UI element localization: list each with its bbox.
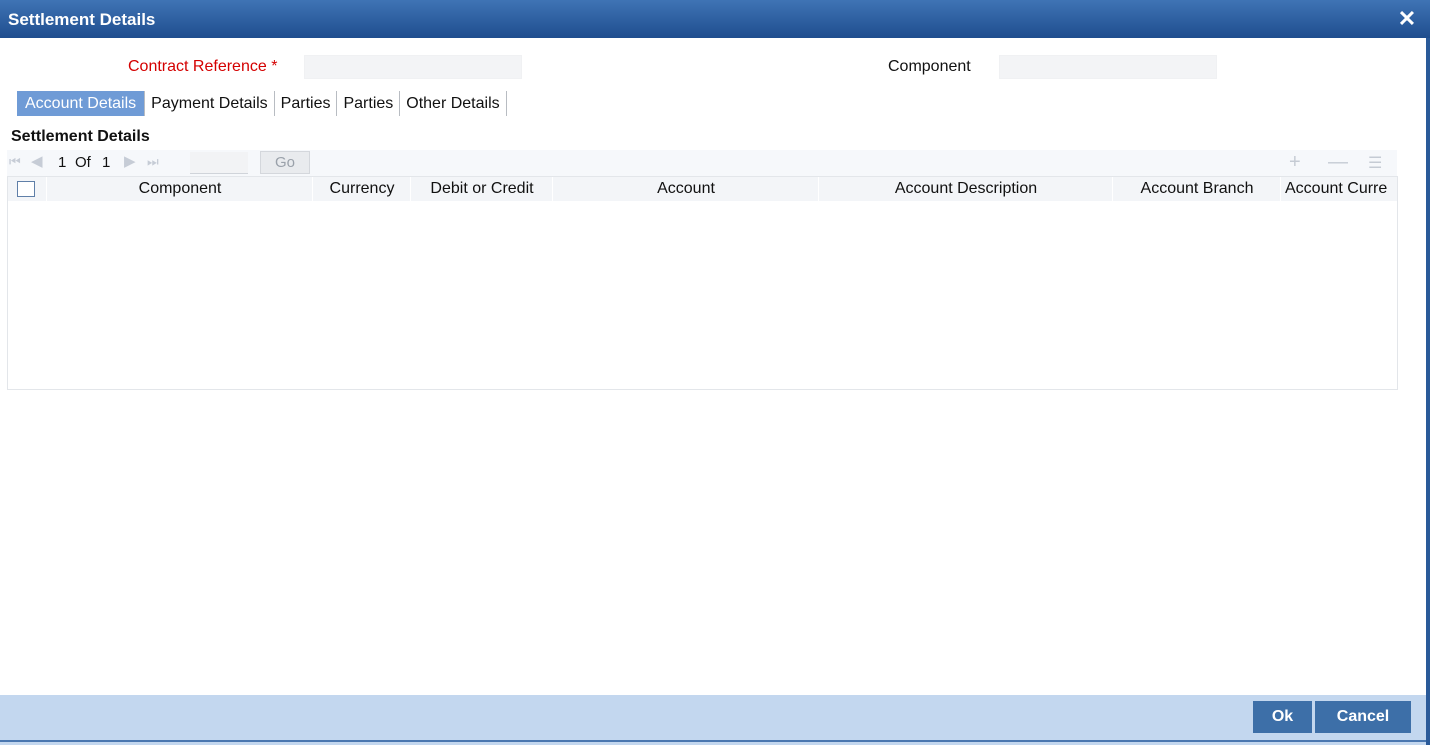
settlement-grid: Component Currency Debit or Credit Accou…: [7, 176, 1398, 390]
contract-reference-input[interactable]: [304, 55, 522, 79]
window-right-edge: [1426, 38, 1430, 745]
contract-reference-label-text: Contract Reference: [128, 58, 267, 75]
column-header-debit-or-credit[interactable]: Debit or Credit: [410, 177, 553, 201]
component-input[interactable]: [999, 55, 1217, 79]
tab-other-details[interactable]: Other Details: [400, 91, 507, 116]
tab-parties-2[interactable]: Parties: [337, 91, 401, 116]
column-header-account-branch[interactable]: Account Branch: [1112, 177, 1281, 201]
grid-header-row: Component Currency Debit or Credit Accou…: [8, 177, 1397, 201]
close-icon[interactable]: ✕: [1396, 8, 1418, 30]
column-list-icon[interactable]: ☰: [1368, 153, 1382, 173]
total-pages: 1: [102, 154, 111, 171]
tab-payment-details[interactable]: Payment Details: [145, 91, 275, 116]
grid-pager: ⏮ ◀ 1 Of 1 ▶ ⏭ Go + — ☰: [7, 150, 1397, 176]
column-header-currency[interactable]: Currency: [312, 177, 411, 201]
dialog-title: Settlement Details: [8, 10, 156, 29]
page-number-input[interactable]: [190, 152, 248, 174]
required-mark: *: [271, 58, 278, 75]
contract-reference-label: Contract Reference *: [128, 58, 277, 76]
cancel-button[interactable]: Cancel: [1315, 701, 1411, 733]
section-title: Settlement Details: [11, 128, 150, 145]
tab-bar: Account Details Payment Details Parties …: [17, 91, 507, 116]
component-label: Component: [888, 58, 971, 75]
column-header-account-description[interactable]: Account Description: [818, 177, 1113, 201]
dialog-footer: [0, 695, 1426, 745]
footer-divider: [0, 740, 1426, 742]
next-page-icon[interactable]: ▶: [124, 152, 136, 170]
current-page: 1: [58, 154, 67, 171]
column-header-account[interactable]: Account: [552, 177, 819, 201]
first-page-icon[interactable]: ⏮: [9, 154, 21, 170]
page-of-label: Of: [75, 154, 91, 171]
previous-page-icon[interactable]: ◀: [31, 152, 43, 170]
column-header-account-currency[interactable]: Account Curre: [1280, 177, 1397, 201]
select-all-checkbox[interactable]: [17, 181, 35, 197]
dialog-title-bar: Settlement Details ✕: [0, 0, 1430, 38]
tab-account-details[interactable]: Account Details: [17, 91, 146, 116]
column-header-component[interactable]: Component: [46, 177, 313, 201]
tab-parties[interactable]: Parties: [275, 91, 338, 116]
go-button[interactable]: Go: [260, 151, 310, 174]
add-row-icon[interactable]: +: [1289, 151, 1301, 174]
ok-button[interactable]: Ok: [1253, 701, 1312, 733]
last-page-icon[interactable]: ⏭: [147, 154, 159, 170]
remove-row-icon[interactable]: —: [1328, 151, 1348, 174]
